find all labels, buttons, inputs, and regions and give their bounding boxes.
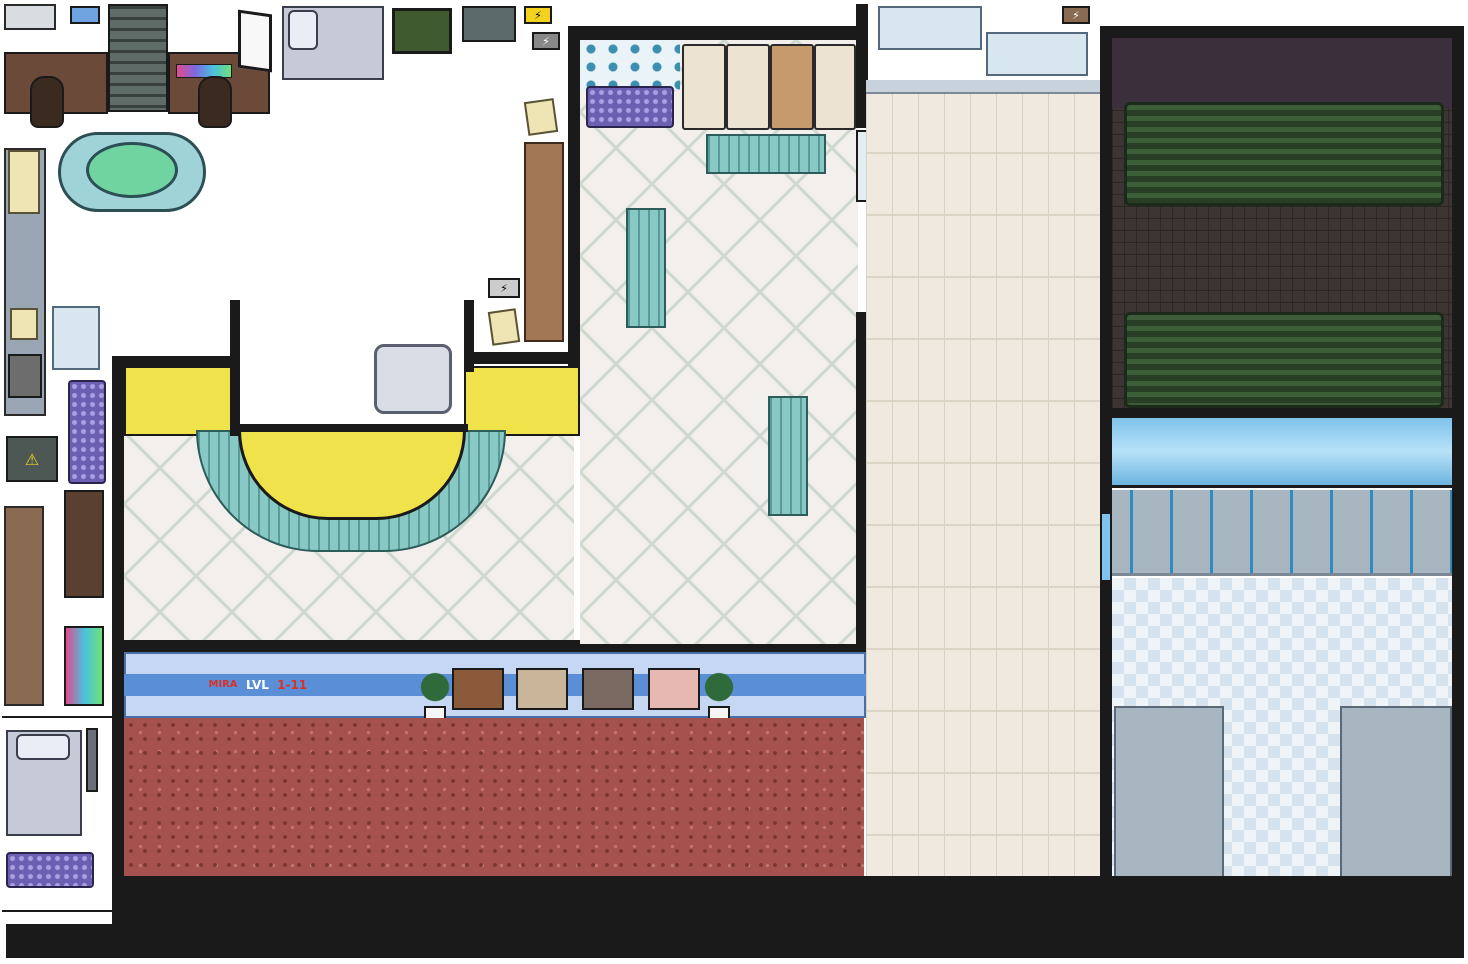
office-chair-right[interactable] bbox=[198, 76, 232, 128]
glass-case-top bbox=[878, 6, 982, 50]
water-tank bbox=[1112, 418, 1452, 488]
note-card bbox=[487, 308, 521, 346]
wall-left-top bbox=[112, 356, 240, 366]
note-card bbox=[523, 98, 559, 136]
wall-mid-top bbox=[468, 352, 578, 364]
greek-pattern-band bbox=[1112, 490, 1452, 576]
greenhouse-top bbox=[1112, 38, 1452, 108]
note-paper bbox=[10, 308, 38, 340]
glass-case bbox=[52, 306, 100, 370]
purple-bench-top bbox=[586, 86, 674, 128]
wall-right-outer bbox=[1452, 26, 1464, 888]
teal-mat-top bbox=[706, 134, 826, 174]
wall-upper-top bbox=[568, 26, 866, 40]
floor-divider-line bbox=[2, 716, 114, 718]
shelf-brown bbox=[4, 506, 44, 706]
tablet-device bbox=[70, 6, 100, 24]
bottom-wall-strip bbox=[112, 876, 1464, 888]
locker-3-open[interactable] bbox=[770, 44, 814, 130]
wall-right-outer-left bbox=[1100, 26, 1112, 888]
floor-divider-line bbox=[2, 910, 114, 912]
shower-stall-left bbox=[1114, 706, 1224, 878]
note-paper bbox=[8, 150, 40, 214]
rgb-cabinet bbox=[64, 626, 104, 706]
bottom-void bbox=[112, 888, 1464, 958]
teal-mat-vertical-left bbox=[626, 208, 666, 328]
level-value: 1-11 bbox=[277, 678, 308, 692]
wall-upper-left bbox=[568, 26, 580, 366]
room-floor-upper bbox=[580, 40, 858, 644]
ice-tiles bbox=[580, 40, 680, 90]
side-door[interactable] bbox=[1100, 512, 1112, 582]
mira-logo-icon: MIRA bbox=[206, 664, 240, 704]
lightning-icon: ⚡ bbox=[1062, 6, 1090, 24]
monitor bbox=[238, 9, 272, 73]
lightning-icon: ⚡ bbox=[524, 6, 552, 24]
shower-stall-right bbox=[1340, 706, 1452, 878]
wall-right-mid bbox=[1112, 408, 1452, 418]
plant-bed-bottom[interactable] bbox=[1124, 312, 1444, 408]
yellow-pad-left[interactable] bbox=[124, 366, 240, 436]
wall-right-top bbox=[1100, 26, 1462, 38]
pillow-top bbox=[288, 10, 318, 50]
warning-icon: ⚠ bbox=[6, 436, 58, 482]
stove-top bbox=[8, 354, 42, 398]
carpet-floor bbox=[124, 718, 864, 878]
rgb-keyboard bbox=[176, 64, 232, 78]
glass-case-top bbox=[986, 32, 1088, 76]
photo-frame-icon[interactable] bbox=[516, 668, 568, 710]
photo-frame-icon[interactable] bbox=[452, 668, 504, 710]
hallway-top-strip bbox=[866, 80, 1102, 94]
console-device bbox=[462, 6, 516, 42]
photo-frame-icon[interactable] bbox=[648, 668, 700, 710]
plant-bed-top[interactable] bbox=[1124, 102, 1444, 206]
hallway-floor bbox=[866, 92, 1102, 878]
purple-bench-bottom bbox=[6, 852, 94, 888]
wall-carpet-left bbox=[112, 718, 124, 884]
photo-frame-icon[interactable] bbox=[582, 668, 634, 710]
vent-hatch[interactable] bbox=[374, 344, 452, 414]
teal-mat-vertical-right bbox=[768, 396, 808, 516]
lightning-icon: ⚡ bbox=[532, 32, 560, 50]
scanner-core bbox=[86, 142, 178, 198]
sprite-shelf bbox=[4, 4, 56, 30]
office-chair-left[interactable] bbox=[30, 76, 64, 128]
stair-block bbox=[6, 924, 112, 958]
lightning-icon: ⚡ bbox=[488, 278, 520, 298]
bookshelf bbox=[64, 490, 104, 598]
locker-1[interactable] bbox=[682, 44, 726, 130]
yellow-pad-right[interactable] bbox=[464, 366, 580, 436]
level-label: LVL 1-11 bbox=[246, 678, 307, 692]
dumbbell-rack bbox=[86, 728, 98, 792]
server-rack bbox=[108, 4, 168, 112]
pillow-bottom bbox=[16, 734, 70, 760]
tv-screen bbox=[392, 8, 452, 54]
level-label-text: LVL bbox=[246, 678, 269, 692]
wall-left bbox=[112, 356, 124, 718]
locker-4[interactable] bbox=[814, 44, 856, 130]
mira-logo-text: MIRA bbox=[208, 678, 238, 690]
purple-bench-vertical bbox=[68, 380, 106, 484]
doorway-left bbox=[230, 300, 240, 436]
crate-stack bbox=[524, 142, 564, 342]
wall-alcove-bottom bbox=[238, 424, 468, 432]
locker-2[interactable] bbox=[726, 44, 770, 130]
